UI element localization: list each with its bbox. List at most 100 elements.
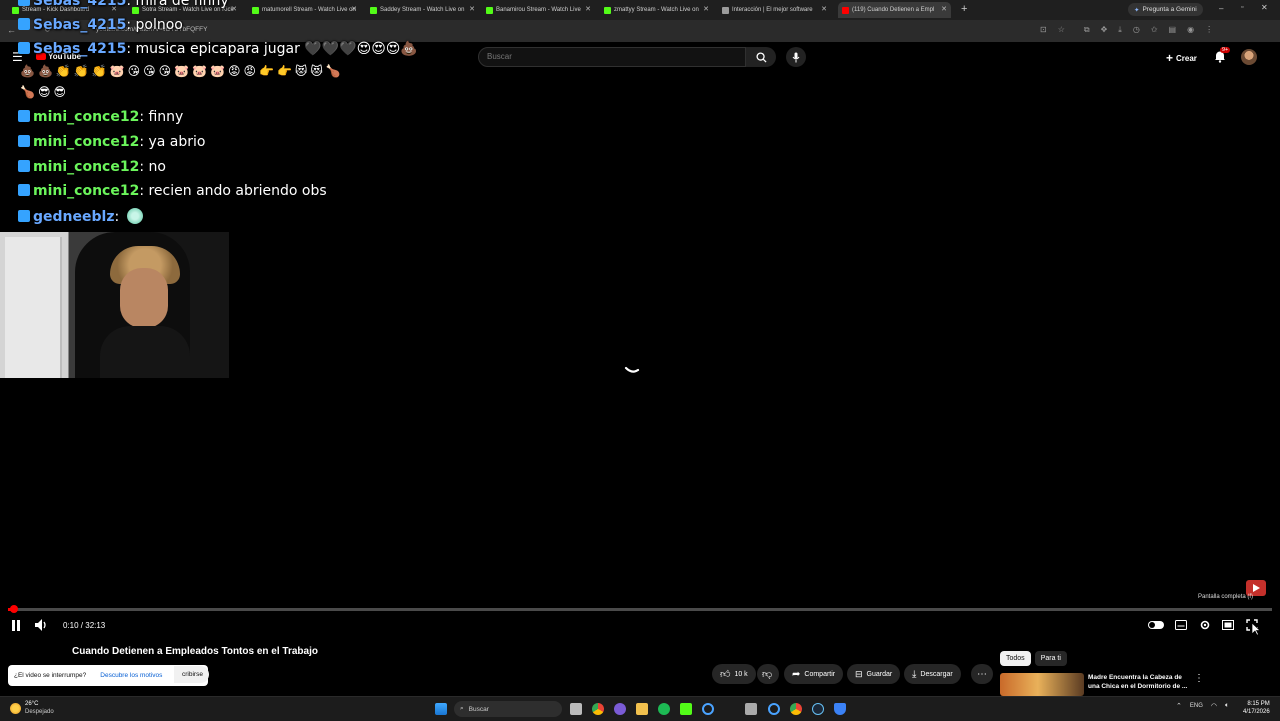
subtitles-icon[interactable] (1175, 620, 1187, 630)
browser-tab[interactable]: Banamirou Stream - Watch Live ✕ (482, 2, 595, 18)
recommendation-menu-icon[interactable]: ⋮ (1194, 673, 1204, 684)
windows-taskbar: 26°C Despejado ⌕ Buscar ⌃ ENG ◠ 🔈︎ 8:15 … (0, 696, 1280, 721)
recommendation-thumbnail[interactable] (1000, 673, 1084, 696)
history-icon[interactable]: ◷ (1133, 25, 1140, 35)
chat-text: 💩💩👏👏👏🐷😘😘😘🐷🐷🐷😡😡👉👉😻😻🍗 (20, 64, 344, 78)
interrupt-link[interactable]: Descubre los motivos (100, 672, 162, 679)
tab-close-icon[interactable]: ✕ (585, 5, 591, 13)
close-window-button[interactable]: ✕ (1261, 3, 1268, 12)
volume-tray-icon[interactable]: 🔈︎ (1225, 702, 1229, 710)
install-icon[interactable]: ⊡ (1040, 25, 1047, 35)
taskbar-search[interactable]: ⌕ Buscar (454, 701, 562, 717)
recommendation-chips: Todos Para ti (1000, 651, 1067, 666)
windows-start-icon[interactable] (435, 703, 447, 715)
app-icon-shield[interactable] (834, 703, 846, 715)
filter-chip[interactable]: Para ti (1034, 651, 1067, 666)
steam-icon[interactable] (812, 703, 824, 715)
save-button[interactable]: ⊟ Guardar (847, 664, 901, 684)
tab-close-icon[interactable]: ✕ (469, 5, 475, 13)
chat-text: recien ando abriendo obs (148, 183, 327, 199)
puzzle-icon[interactable]: ✥ (1101, 25, 1108, 35)
tab-close-icon[interactable]: ✕ (351, 5, 357, 13)
app-icon-purple[interactable] (614, 703, 626, 715)
chat-username: mini_conce12 (33, 159, 140, 175)
voice-search-button[interactable] (786, 47, 806, 67)
extensions-icons: ⊡ ☆ ⧉ ✥ ⤓ ◷ ✩ ▤ ◉ ⋮ (1040, 25, 1270, 35)
chat-message: Sebas_4215: polnoo (18, 17, 183, 33)
app-icon-edit[interactable] (745, 703, 757, 715)
search-icon (755, 51, 767, 63)
back-icon[interactable]: ← (7, 25, 16, 35)
download-button[interactable]: ⤓ Descargar (904, 664, 961, 684)
tab-close-icon[interactable]: ✕ (941, 5, 947, 13)
browser-tab[interactable]: matumorell Stream - Watch Live on ✕ (248, 2, 361, 18)
share-button[interactable]: ➦ Compartir (784, 664, 844, 684)
chrome-icon[interactable] (592, 703, 604, 715)
spotify-icon[interactable] (658, 703, 670, 715)
chat-badge-icon (18, 135, 30, 147)
file-explorer-icon[interactable] (636, 703, 648, 715)
chrome-icon-2[interactable] (790, 703, 802, 715)
chat-username: Sebas_4215 (33, 41, 127, 57)
more-actions-button[interactable]: ⋯ (971, 664, 993, 684)
subscribe-button[interactable]: cribirse (174, 666, 209, 683)
interrupt-question: ¿El video se interrumpe? (14, 672, 87, 679)
volume-button[interactable] (35, 619, 48, 631)
taskbar-search-icon: ⌕ (460, 705, 464, 712)
download-label: Descargar (920, 670, 953, 678)
pause-button[interactable] (11, 620, 21, 631)
avatar[interactable] (1241, 49, 1257, 65)
gemini-button[interactable]: ✦ Pregunta a Gemini (1128, 3, 1203, 16)
tab-close-icon[interactable]: ✕ (231, 5, 237, 13)
app-icon-c[interactable] (702, 703, 714, 715)
create-button[interactable]: + Crear (1166, 51, 1197, 65)
tab-favicon-icon (722, 6, 729, 14)
profile-icon[interactable]: ◉ (1187, 25, 1194, 35)
search-button[interactable] (746, 47, 776, 67)
kick-icon[interactable] (680, 703, 692, 715)
tab-close-icon[interactable]: ✕ (703, 5, 709, 13)
minimize-button[interactable]: – (1219, 4, 1223, 13)
weather-desc: Despejado (25, 709, 54, 715)
progress-bar[interactable] (8, 605, 1272, 613)
maximize-button[interactable]: ▫ (1241, 4, 1243, 11)
mouse-cursor-icon (1252, 623, 1261, 636)
notifications-button[interactable]: 9+ (1214, 47, 1231, 63)
sidebar-icon[interactable]: ▤ (1169, 25, 1177, 35)
webcam-door (5, 237, 62, 378)
chat-username: mini_conce12 (33, 109, 140, 125)
chat-message: mini_conce12: ya abrio (18, 134, 205, 150)
weather-widget[interactable]: 26°C Despejado (10, 700, 54, 716)
dislike-button[interactable]: 👎︎ (757, 664, 779, 684)
star-icon[interactable]: ☆ (1058, 25, 1065, 35)
taskbar-search-label: Buscar (468, 705, 489, 713)
download-icon[interactable]: ⤓ (1118, 25, 1122, 35)
settings-gear-icon[interactable] (1199, 619, 1211, 631)
autoplay-toggle[interactable] (1148, 621, 1164, 629)
app-icon-c2[interactable] (768, 703, 780, 715)
theater-mode-icon[interactable] (1222, 620, 1234, 630)
tray-lang[interactable]: ENG (1190, 703, 1203, 709)
browser-tab[interactable]: zmattyy Stream - Watch Live on ✕ (600, 2, 713, 18)
search-input[interactable]: Buscar (478, 47, 746, 67)
browser-tab[interactable]: Interacción | El mejor software ✕ (718, 2, 831, 18)
chat-username: gedneeblz (33, 209, 115, 225)
notification-badge: 9+ (1220, 47, 1231, 53)
more-horizontal-icon: ⋯ (977, 668, 987, 680)
new-tab-button[interactable]: + (961, 3, 967, 15)
tab-close-icon[interactable]: ✕ (821, 5, 827, 13)
filter-chip[interactable]: Todos (1000, 651, 1031, 666)
share-icon: ➦ (792, 668, 801, 680)
tray-chevron-icon[interactable]: ⌃ (1176, 702, 1182, 710)
clock[interactable]: 8:15 PM 4/17/2026 (1243, 700, 1270, 716)
like-button[interactable]: 👍︎ 10 k (712, 664, 756, 684)
recommendation-title[interactable]: Madre Encuentra la Cabeza de una Chica e… (1088, 673, 1188, 691)
task-view-icon[interactable] (570, 703, 582, 715)
wifi-icon[interactable]: ◠ (1211, 702, 1217, 710)
bookmarks-icon[interactable]: ✩ (1151, 25, 1158, 35)
tab-label: zmattyy Stream - Watch Live on (614, 7, 699, 13)
menu-icon[interactable]: ⋮ (1205, 25, 1213, 35)
browser-tab[interactable]: (119) Cuando Detienen a Empl ✕ (838, 2, 951, 18)
extension-icon[interactable]: ⧉ (1084, 25, 1090, 35)
browser-tab[interactable]: Saddey Stream - Watch Live on ✕ (366, 2, 479, 18)
